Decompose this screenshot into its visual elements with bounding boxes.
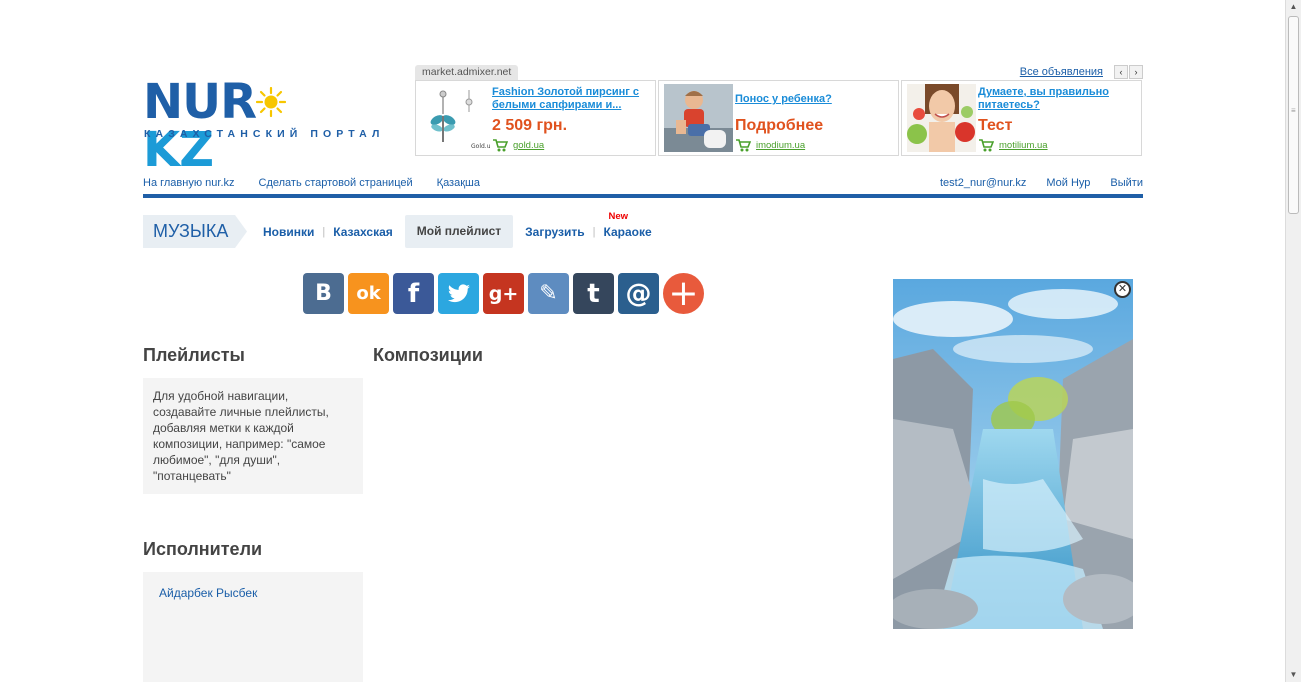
ad-title[interactable]: Думаете, вы правильно питаетесь? [978, 86, 1138, 112]
site-logo[interactable]: NURKZ КАЗАХСТАНСКИЙ ПОРТАЛ [143, 78, 379, 174]
close-icon[interactable]: ✕ [1114, 281, 1131, 298]
twitter-icon[interactable] [438, 273, 479, 314]
logo-wordmark: NURKZ [143, 78, 358, 174]
top-nav-divider [143, 194, 1143, 198]
music-submenu: Новинки | Казахская Мой плейлист Загрузи… [255, 211, 660, 248]
artists-heading: Исполнители [143, 539, 263, 559]
karaoke-wrap: New Караоке [595, 211, 659, 239]
svg-text:Gold.ua: Gold.ua [471, 143, 490, 150]
artist-link[interactable]: Айдарбек Рысбек [159, 586, 257, 600]
scroll-up-icon[interactable]: ▲ [1286, 0, 1301, 14]
woman-apples-image [907, 84, 976, 152]
top-nav-left: На главную nur.kz Сделать стартовой стра… [143, 177, 480, 189]
scrollbar-thumb[interactable]: ≡ [1288, 16, 1299, 214]
ad-title[interactable]: Fashion Золотой пирсинг с белыми сапфира… [492, 86, 652, 112]
new-badge: New [608, 210, 629, 222]
scroll-down-icon[interactable]: ▼ [1286, 668, 1301, 682]
dragonfly-piercing-image: Gold.ua [421, 84, 490, 152]
ad-domain[interactable]: motilium.ua [999, 140, 1048, 151]
user-email-link[interactable]: test2_nur@nur.kz [940, 177, 1026, 189]
mail-ru-icon[interactable]: @ [618, 273, 659, 314]
ad-image-woman[interactable] [907, 84, 976, 152]
ad-block: market.admixer.net Все объявления ‹ › Go… [415, 65, 1143, 157]
playlists-heading: Плейлисты [143, 345, 245, 365]
section-tab[interactable]: МУЗЫКА [143, 215, 247, 248]
odnoklassniki-icon[interactable]: ok [348, 273, 389, 314]
facebook-icon[interactable]: f [393, 273, 434, 314]
share-bar: В ok f g+ ✎ t @ + [303, 273, 704, 314]
banner-ad[interactable]: ✕ [893, 279, 1133, 629]
page-scrollbar[interactable]: ▲ ≡ ▼ [1285, 0, 1301, 682]
kazakh-language-link[interactable]: Қазақша [437, 177, 480, 189]
ad-domain[interactable]: imodium.ua [756, 140, 805, 151]
ad-item[interactable]: Думаете, вы правильно питаетесь? Тест mo… [901, 80, 1142, 156]
ad-image-piercing[interactable]: Gold.ua [421, 84, 490, 152]
ad-price[interactable]: Тест [978, 117, 1012, 135]
my-nur-link[interactable]: Мой Нур [1046, 177, 1090, 189]
tab-upload[interactable]: Загрузить [517, 225, 592, 239]
ad-domain[interactable]: gold.ua [513, 140, 544, 151]
waterfall-banner-image [893, 279, 1133, 629]
scroll-grip-icon: ≡ [1291, 106, 1296, 115]
cart-icon [736, 139, 751, 152]
home-link[interactable]: На главную nur.kz [143, 177, 235, 189]
chevron-right-icon[interactable]: › [1129, 65, 1143, 79]
more-share-icon[interactable]: + [663, 273, 704, 314]
compositions-heading: Композиции [373, 345, 483, 365]
vk-icon[interactable]: В [303, 273, 344, 314]
twitter-bird-icon [447, 283, 470, 302]
tab-my-playlist[interactable]: Мой плейлист [404, 215, 514, 248]
cart-icon [493, 139, 508, 152]
artists-list: Айдарбек Рысбек [143, 572, 363, 682]
playlists-info: Для удобной навигации, создавайте личные… [143, 378, 363, 494]
tab-karaoke[interactable]: Караоке [595, 225, 659, 239]
section-title: МУЗЫКА [153, 221, 229, 241]
ad-item[interactable]: Gold.ua Fashion Золотой пирсинг с белыми… [415, 80, 656, 156]
ad-source: market.admixer.net [415, 65, 519, 80]
all-ads-link[interactable]: Все объявления [1020, 66, 1103, 78]
ad-price[interactable]: Подробнее [735, 117, 823, 135]
tab-new[interactable]: Новинки [255, 225, 322, 239]
ad-image-child[interactable] [664, 84, 733, 152]
ad-title[interactable]: Понос у ребенка? [735, 93, 895, 106]
top-nav: На главную nur.kz Сделать стартовой стра… [143, 177, 1143, 191]
top-nav-right: test2_nur@nur.kz Мой Нур Выйти [940, 177, 1143, 189]
chevron-left-icon[interactable]: ‹ [1114, 65, 1128, 79]
tab-kazakh[interactable]: Казахская [325, 225, 401, 239]
sun-icon [256, 87, 286, 117]
tumblr-icon[interactable]: t [573, 273, 614, 314]
ad-item[interactable]: Понос у ребенка? Подробнее imodium.ua [658, 80, 899, 156]
set-homepage-link[interactable]: Сделать стартовой страницей [259, 177, 413, 189]
cart-icon [979, 139, 994, 152]
livejournal-icon[interactable]: ✎ [528, 273, 569, 314]
ad-price: 2 509 грн. [492, 117, 568, 134]
child-photo-image [664, 84, 733, 152]
logo-tagline: КАЗАХСТАНСКИЙ ПОРТАЛ [144, 128, 385, 140]
page: NURKZ КАЗАХСТАНСКИЙ ПОРТАЛ market.admixe… [0, 0, 1301, 682]
ad-pager: ‹ › [1114, 65, 1143, 79]
google-plus-icon[interactable]: g+ [483, 273, 524, 314]
logout-link[interactable]: Выйти [1110, 177, 1143, 189]
